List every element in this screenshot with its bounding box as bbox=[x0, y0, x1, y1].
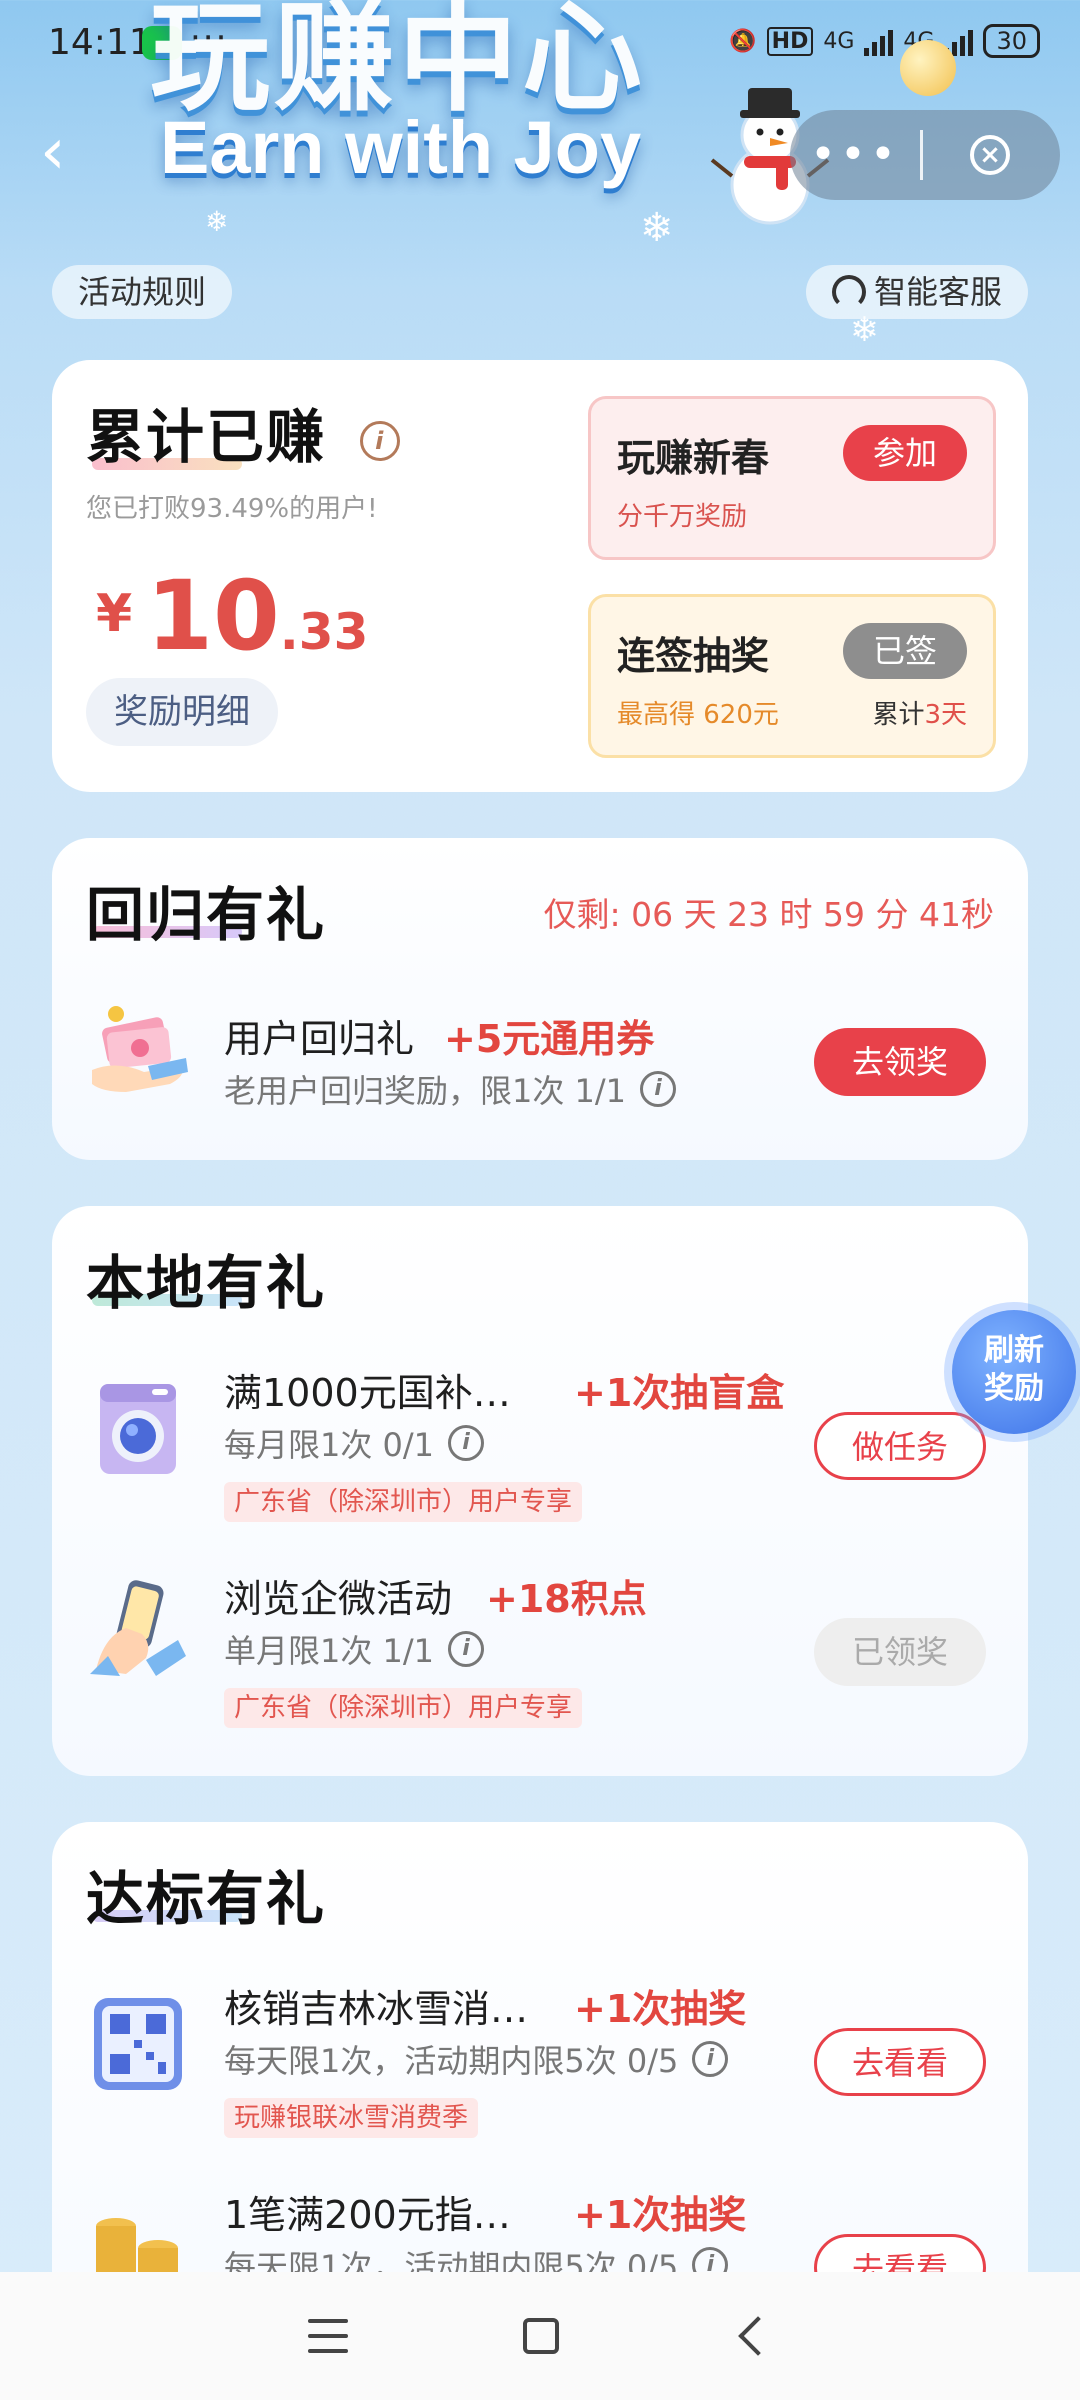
refresh-reward-badge[interactable]: 刷新 奖励 bbox=[952, 1310, 1076, 1434]
close-icon: × bbox=[970, 135, 1010, 175]
task-description-text: 每天限1次，活动期内限5次 0/5 bbox=[224, 2042, 679, 2080]
earnings-title-text: 累计已赚 bbox=[86, 403, 327, 471]
qr-code-icon bbox=[94, 1998, 182, 2090]
target-gift-title: 达标有礼 bbox=[86, 1865, 327, 1933]
streak-prefix: 累计 bbox=[872, 700, 925, 730]
do-task-button[interactable]: 做任务 bbox=[814, 1412, 986, 1480]
region-tag: 广东省（除深圳市）用户专享 bbox=[224, 1482, 583, 1522]
activity-rules-link[interactable]: 活动规则 bbox=[52, 265, 233, 319]
task-description: 每天限1次，活动期内限5次 0/5 i bbox=[224, 2036, 729, 2082]
task-reward: +18积点 bbox=[486, 1577, 647, 1621]
mini-program-capsule: ••• × bbox=[790, 110, 1060, 200]
task-description: 每月限1次 0/1 i bbox=[224, 1420, 485, 1466]
mute-icon: 🔕 bbox=[729, 28, 757, 54]
close-button[interactable]: × bbox=[923, 135, 1057, 175]
info-icon[interactable]: i bbox=[360, 420, 401, 461]
region-tag: 广东省（除深圳市）用户专享 bbox=[224, 1688, 583, 1728]
reward-detail-button[interactable]: 奖励明细 bbox=[86, 678, 278, 746]
network-type-1: 4G bbox=[823, 28, 855, 54]
back-icon[interactable] bbox=[738, 2316, 779, 2356]
local-gift-title: 本地有礼 bbox=[86, 1249, 327, 1317]
signed-button[interactable]: 已签 bbox=[842, 623, 967, 679]
earned-amount: ¥10.33 bbox=[96, 560, 368, 672]
task-name: 浏览企微活动 bbox=[224, 1577, 453, 1621]
sign-in-max-reward: 最高得 620元 bbox=[617, 700, 779, 730]
info-icon[interactable]: i bbox=[692, 2041, 729, 2077]
return-gift-title: 回归有礼 bbox=[86, 881, 327, 949]
task-description-text: 每月限1次 0/1 bbox=[224, 1426, 435, 1464]
snowflake-icon: ❄ bbox=[205, 205, 229, 238]
new-year-event-card[interactable]: 玩赚新春 参加 分千万奖励 bbox=[588, 396, 996, 560]
local-gift-card: 本地有礼 满1000元国补… +1次抽盲盒 每月限1次 0/1 i 广东省（除深… bbox=[52, 1206, 1028, 1776]
amount-decimal: .33 bbox=[279, 603, 369, 661]
cash-hand-icon bbox=[92, 1006, 188, 1092]
task-name: 满1000元国补… bbox=[224, 1371, 511, 1415]
task-name: 用户回归礼 bbox=[224, 1017, 415, 1061]
task-name: 核销吉林冰雪消… bbox=[224, 1987, 529, 2031]
info-icon[interactable]: i bbox=[448, 1631, 485, 1667]
refresh-badge-line1: 刷新 bbox=[984, 1333, 1044, 1368]
home-icon[interactable] bbox=[522, 2318, 559, 2354]
task-description: 单月限1次 1/1 i bbox=[224, 1626, 485, 1672]
system-navigation-bar bbox=[0, 2272, 1080, 2400]
back-button[interactable]: ‹ bbox=[40, 120, 90, 190]
info-icon[interactable]: i bbox=[448, 1425, 485, 1461]
sign-in-streak: 累计3天 bbox=[872, 694, 967, 731]
phone-hand-icon bbox=[90, 1580, 186, 1676]
more-options-button[interactable]: ••• bbox=[790, 133, 920, 177]
countdown-timer: 仅剩: 06 天 23 时 59 分 41秒 bbox=[543, 895, 994, 934]
washing-machine-icon bbox=[100, 1384, 176, 1474]
menu-icon[interactable] bbox=[307, 2319, 348, 2353]
snowflake-icon: ❄ bbox=[640, 205, 674, 251]
task-description: 老用户回归奖励，限1次 1/1 i bbox=[224, 1066, 677, 1112]
refresh-badge-line2: 奖励 bbox=[984, 1371, 1044, 1406]
coin-icon bbox=[900, 40, 956, 96]
task-description-text: 老用户回归奖励，限1次 1/1 bbox=[224, 1072, 627, 1110]
status-indicators: 🔕 HD 4G 4G 30 bbox=[729, 24, 1040, 58]
hd-badge: HD bbox=[766, 26, 814, 56]
task-reward: +1次抽奖 bbox=[574, 2193, 747, 2237]
event-tag: 玩赚银联冰雪消费季 bbox=[224, 2098, 479, 2138]
join-button[interactable]: 参加 bbox=[842, 425, 967, 481]
earnings-card: 累计已赚 i 您已打败93.49%的用户! ¥10.33 奖励明细 玩赚新春 参… bbox=[52, 360, 1028, 792]
banner-title-en: Earn with Joy bbox=[160, 106, 642, 189]
earnings-title: 累计已赚 i bbox=[86, 390, 401, 474]
task-description-text: 单月限1次 1/1 bbox=[224, 1632, 435, 1670]
task-reward: +5元通用券 bbox=[444, 1017, 655, 1061]
task-name: 1笔满200元指… bbox=[224, 2193, 511, 2237]
new-year-subtitle: 分千万奖励 bbox=[617, 502, 748, 532]
ranking-text: 您已打败93.49%的用户! bbox=[86, 494, 378, 524]
currency-symbol: ¥ bbox=[96, 584, 133, 644]
return-gift-card: 回归有礼 仅剩: 06 天 23 时 59 分 41秒 用户回归礼 +5元通用券… bbox=[52, 838, 1028, 1160]
view-button[interactable]: 去看看 bbox=[814, 2028, 986, 2096]
sign-in-lottery-card[interactable]: 连签抽奖 已签 最高得 620元 累计3天 bbox=[588, 594, 996, 758]
customer-service-label: 智能客服 bbox=[873, 273, 1002, 311]
task-reward: +1次抽盲盒 bbox=[574, 1371, 785, 1415]
status-time: 14:11 bbox=[48, 22, 152, 63]
claim-reward-button[interactable]: 去领奖 bbox=[814, 1028, 986, 1096]
claimed-button: 已领奖 bbox=[814, 1618, 986, 1686]
headset-icon bbox=[831, 275, 866, 309]
streak-days: 3天 bbox=[924, 700, 967, 730]
task-reward: +1次抽奖 bbox=[574, 1987, 747, 2031]
battery-indicator: 30 bbox=[983, 24, 1040, 58]
info-icon[interactable]: i bbox=[640, 1071, 677, 1107]
amount-integer: 10 bbox=[146, 560, 280, 672]
customer-service-link[interactable]: 智能客服 bbox=[805, 265, 1028, 319]
signal-icon-1 bbox=[864, 26, 894, 56]
